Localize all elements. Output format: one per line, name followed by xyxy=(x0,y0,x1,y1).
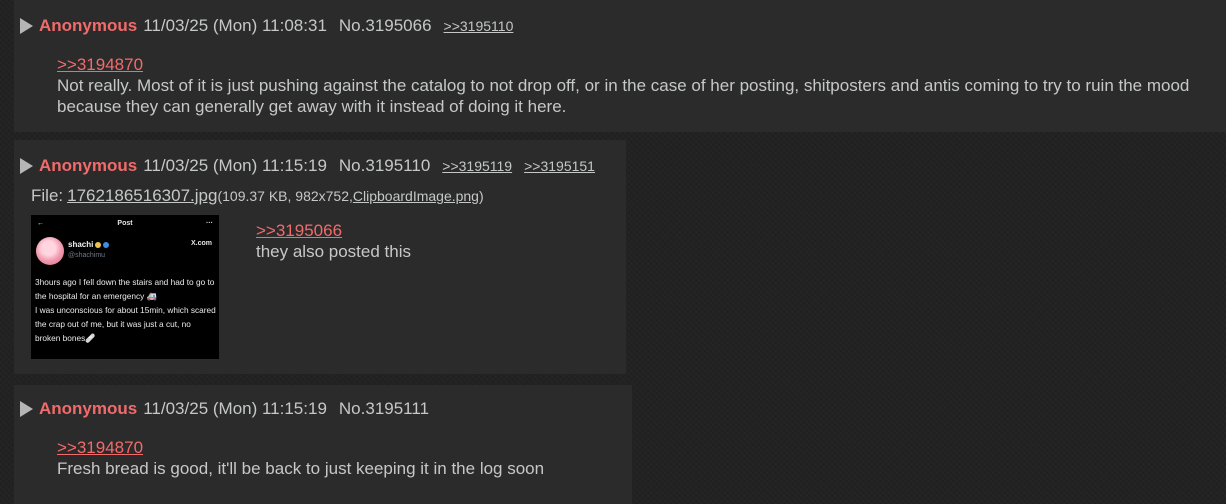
post-message: >>3195066 they also posted this xyxy=(256,220,616,262)
poster-name: Anonymous xyxy=(39,399,138,418)
quote-link[interactable]: >>3194870 xyxy=(57,54,143,75)
post-message: >>3194870 Fresh bread is good, it'll be … xyxy=(57,437,617,479)
post-text: they also posted this xyxy=(256,242,411,261)
reply-post-3195110: Anonymous 11/03/25 (Mon) 11:15:19 No.319… xyxy=(14,140,626,374)
post-number[interactable]: No.3195111 xyxy=(339,399,429,419)
backlink[interactable]: >>3195119 xyxy=(442,158,512,174)
post-header: Anonymous 11/03/25 (Mon) 11:15:19 No.319… xyxy=(20,398,441,420)
thumb-handle: @shachimu xyxy=(68,252,106,259)
back-arrow-icon: ← xyxy=(37,219,44,227)
reply-post-3195066: Anonymous 11/03/25 (Mon) 11:08:31 No.319… xyxy=(14,0,1226,132)
post-datetime: 11/03/25 (Mon) 11:08:31 xyxy=(143,16,327,35)
expand-toggle-icon[interactable] xyxy=(20,401,33,417)
poster-name: Anonymous xyxy=(39,156,138,175)
file-label: File: xyxy=(31,186,64,205)
file-link[interactable]: 1762186516307.jpg xyxy=(67,186,217,206)
thumb-tweet-text: 3hours ago I fell down the stairs and ha… xyxy=(35,277,216,343)
quote-link[interactable]: >>3194870 xyxy=(57,437,143,458)
post-header: Anonymous 11/03/25 (Mon) 11:08:31 No.319… xyxy=(20,15,525,37)
thumb-username: shachi xyxy=(68,240,94,249)
expand-toggle-icon[interactable] xyxy=(20,18,33,34)
avatar xyxy=(36,237,64,265)
reply-post-3195111: Anonymous 11/03/25 (Mon) 11:15:19 No.319… xyxy=(14,385,632,504)
thumb-topbar-title: Post xyxy=(117,219,133,227)
post-text: Fresh bread is good, it'll be back to ju… xyxy=(57,459,545,478)
thumb-source: X.com xyxy=(190,240,212,247)
post-header: Anonymous 11/03/25 (Mon) 11:15:19 No.319… xyxy=(20,155,607,177)
file-meta-close: ) xyxy=(478,188,484,204)
quote-link[interactable]: >>3195066 xyxy=(256,220,342,241)
badge-icon xyxy=(95,241,102,248)
thumb-user: shachi xyxy=(68,240,110,249)
backlink[interactable]: >>3195110 xyxy=(444,18,514,34)
post-number[interactable]: No.3195066 xyxy=(339,16,432,36)
file-info: File: 1762186516307.jpg (109.37 KB, 982x… xyxy=(31,186,484,206)
verified-icon xyxy=(103,241,110,248)
post-text: Not really. Most of it is just pushing a… xyxy=(57,76,1190,116)
expand-toggle-icon[interactable] xyxy=(20,158,33,174)
post-datetime: 11/03/25 (Mon) 11:15:19 xyxy=(143,399,327,418)
backlink[interactable]: >>3195151 xyxy=(524,158,595,174)
post-message: >>3194870 Not really. Most of it is just… xyxy=(57,54,1217,117)
post-datetime: 11/03/25 (Mon) 11:15:19 xyxy=(143,156,327,175)
post-number[interactable]: No.3195110 xyxy=(339,156,430,176)
original-filename-link[interactable]: ClipboardImage.png xyxy=(353,188,479,204)
more-icon: ··· xyxy=(205,219,213,227)
image-thumbnail[interactable]: ← Post ··· shachi @shachimu X.com 3hours… xyxy=(31,215,219,359)
file-meta: (109.37 KB, 982x752, xyxy=(217,188,353,204)
poster-name: Anonymous xyxy=(39,16,138,35)
thumb-topbar: ← Post ··· xyxy=(31,215,219,231)
